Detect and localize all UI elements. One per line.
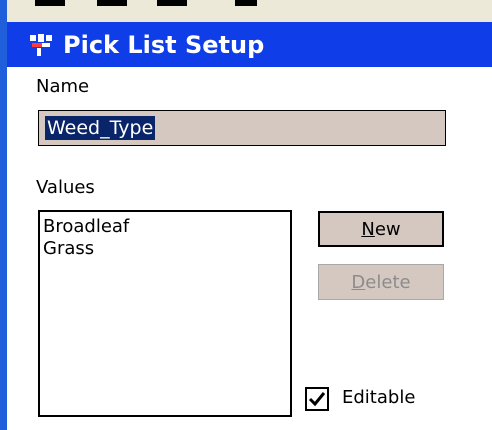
window-left-border: [0, 0, 7, 430]
name-label: Name: [36, 76, 90, 97]
window-title: Pick List Setup: [63, 30, 265, 59]
new-button[interactable]: New: [318, 211, 444, 247]
delete-button[interactable]: Delete: [318, 264, 444, 300]
top-toolbar-strip: [7, 0, 492, 22]
delete-button-label: Delete: [351, 271, 411, 293]
name-field-value: Weed_Type: [45, 116, 156, 140]
list-item[interactable]: Grass: [43, 238, 287, 260]
editable-checkbox[interactable]: [305, 387, 329, 411]
app-icon: [27, 31, 55, 59]
values-listbox[interactable]: Broadleaf Grass: [38, 210, 292, 417]
values-label: Values: [36, 177, 95, 198]
name-field[interactable]: Weed_Type: [38, 110, 446, 146]
check-icon: [308, 392, 326, 407]
new-button-label: New: [361, 218, 401, 240]
editable-label: Editable: [342, 387, 416, 408]
title-bar: Pick List Setup: [7, 22, 492, 67]
list-item[interactable]: Broadleaf: [43, 216, 287, 238]
